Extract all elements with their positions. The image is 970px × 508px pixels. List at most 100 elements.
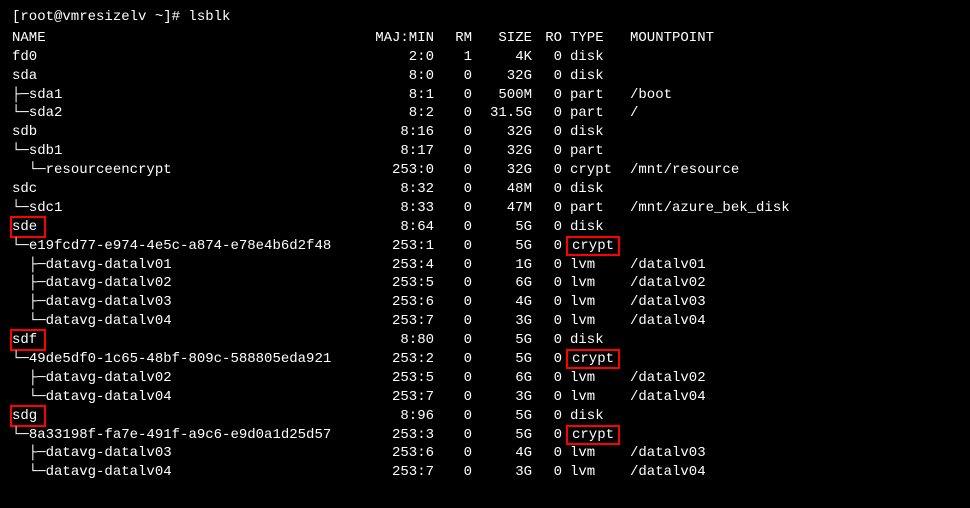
cell-majmin: 8:64 [372,218,440,237]
cell-name: sdc [12,180,372,199]
cell-size: 5G [478,237,538,256]
cell-majmin: 8:1 [372,86,440,105]
cell-name: ├─sda1 [12,86,372,105]
table-row: └─sdc18:33047M0part/mnt/azure_bek_disk [12,199,958,218]
table-row: └─8a33198f-fa7e-491f-a9c6-e9d0a1d25d5725… [12,426,958,445]
cell-name: ├─datavg-datalv03 [12,444,372,463]
cell-type: part [568,142,624,161]
cell-ro: 0 [538,142,568,161]
cell-rm: 0 [440,199,478,218]
table-row: fd02:014K0disk [12,48,958,67]
highlight-box: crypt [566,236,620,256]
cell-rm: 0 [440,274,478,293]
cell-majmin: 253:7 [372,312,440,331]
cell-mount: /mnt/resource [624,161,958,180]
cell-ro: 0 [538,218,568,237]
tree-prefix: └─ [12,464,46,480]
cell-type: part [568,86,624,105]
cell-ro: 0 [538,274,568,293]
cell-mount [624,48,958,67]
cell-majmin: 253:5 [372,369,440,388]
cell-rm: 0 [440,142,478,161]
device-name: sdc [12,181,37,197]
cell-majmin: 8:32 [372,180,440,199]
cell-majmin: 253:0 [372,161,440,180]
cell-majmin: 253:3 [372,426,440,445]
device-name: datavg-datalv02 [46,370,172,386]
cell-size: 1G [478,256,538,275]
cell-majmin: 8:0 [372,67,440,86]
table-row: └─resourceencrypt253:0032G0crypt/mnt/res… [12,161,958,180]
table-row: sdg8:9605G0disk [12,407,958,426]
cell-rm: 1 [440,48,478,67]
table-row: ├─datavg-datalv03253:604G0lvm/datalv03 [12,293,958,312]
cell-type: crypt [568,426,624,445]
cell-ro: 0 [538,123,568,142]
cell-mount [624,67,958,86]
device-name: datavg-datalv02 [46,275,172,291]
cell-name: └─resourceencrypt [12,161,372,180]
device-name: sda [12,68,37,84]
cell-majmin: 253:6 [372,293,440,312]
table-row: └─datavg-datalv04253:703G0lvm/datalv04 [12,463,958,482]
cell-size: 3G [478,388,538,407]
device-name: sda1 [29,87,63,103]
cell-majmin: 253:5 [372,274,440,293]
cell-name: └─e19fcd77-e974-4e5c-a874-e78e4b6d2f48 [12,237,372,256]
cell-type: disk [568,48,624,67]
device-name: sdb1 [29,143,63,159]
cell-mount [624,237,958,256]
tree-prefix: ├─ [12,294,46,310]
cell-mount: /datalv04 [624,388,958,407]
cell-mount [624,218,958,237]
table-row: ├─datavg-datalv02253:506G0lvm/datalv02 [12,274,958,293]
cell-type: disk [568,218,624,237]
table-row: └─sdb18:17032G0part [12,142,958,161]
cell-ro: 0 [538,104,568,123]
device-name: datavg-datalv03 [46,294,172,310]
cell-mount: /boot [624,86,958,105]
cell-name: └─datavg-datalv04 [12,388,372,407]
table-row: sde8:6405G0disk [12,218,958,237]
cell-size: 3G [478,463,538,482]
cell-name: sdf [12,331,372,350]
cell-name: └─sda2 [12,104,372,123]
cell-size: 31.5G [478,104,538,123]
cell-size: 32G [478,142,538,161]
cell-majmin: 8:33 [372,199,440,218]
cell-size: 32G [478,161,538,180]
cell-mount [624,142,958,161]
cell-ro: 0 [538,369,568,388]
cell-name: sde [12,218,372,237]
cell-ro: 0 [538,67,568,86]
device-name: datavg-datalv04 [46,389,172,405]
cell-mount [624,331,958,350]
cell-mount [624,350,958,369]
cell-rm: 0 [440,312,478,331]
tree-prefix: └─ [12,351,29,367]
cell-name: └─sdc1 [12,199,372,218]
table-row: └─sda28:2031.5G0part/ [12,104,958,123]
cell-type: lvm [568,369,624,388]
cell-ro: 0 [538,407,568,426]
tree-prefix: ├─ [12,257,46,273]
table-row: sda8:0032G0disk [12,67,958,86]
tree-prefix: └─ [12,238,29,254]
cell-name: └─datavg-datalv04 [12,312,372,331]
lsblk-header-row: NAME MAJ:MIN RM SIZE RO TYPE MOUNTPOINT [12,29,958,48]
cell-type: part [568,199,624,218]
cell-name: └─datavg-datalv04 [12,463,372,482]
table-row: └─49de5df0-1c65-48bf-809c-588805eda92125… [12,350,958,369]
cell-size: 5G [478,407,538,426]
highlight-box: crypt [566,349,620,369]
cell-type: lvm [568,463,624,482]
cell-type: lvm [568,444,624,463]
table-row: └─datavg-datalv04253:703G0lvm/datalv04 [12,312,958,331]
cell-rm: 0 [440,388,478,407]
cell-rm: 0 [440,407,478,426]
cell-mount: /datalv02 [624,369,958,388]
tree-prefix: └─ [12,143,29,159]
device-name: sdc1 [29,200,63,216]
cell-mount: /datalv01 [624,256,958,275]
cell-type: lvm [568,274,624,293]
